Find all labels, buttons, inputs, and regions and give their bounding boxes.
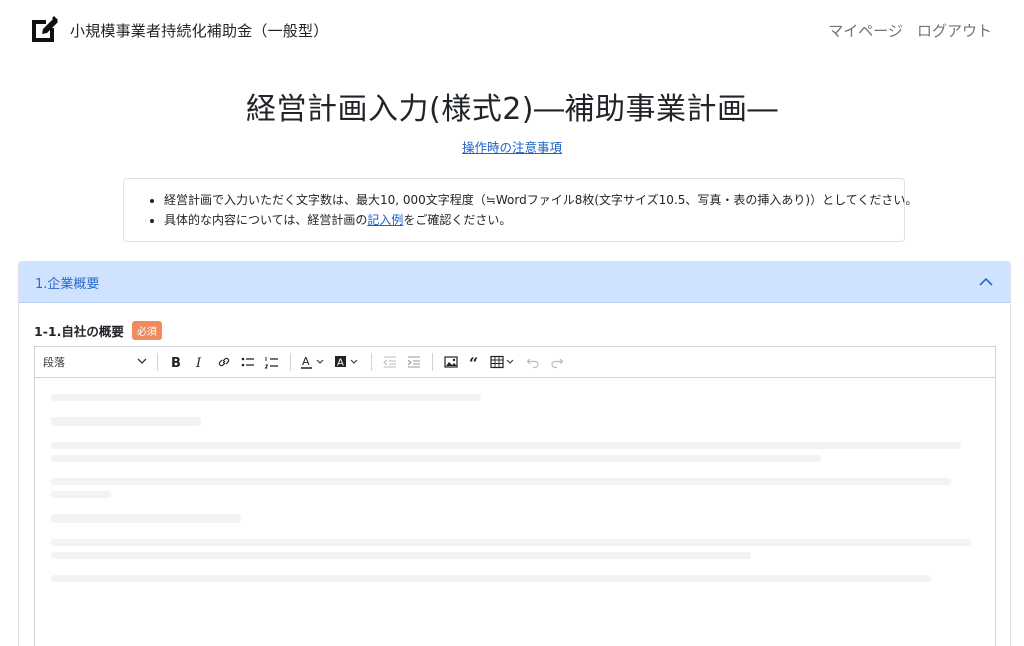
- placeholder-line: [51, 539, 971, 546]
- paragraph-style-dropdown[interactable]: 段落: [43, 354, 151, 370]
- mypage-link[interactable]: マイページ: [828, 20, 903, 41]
- placeholder-line: [51, 514, 241, 523]
- svg-text:A: A: [302, 355, 310, 368]
- indent-icon[interactable]: [402, 350, 426, 374]
- toolbar-divider: [432, 353, 433, 371]
- operation-notes-link[interactable]: 操作時の注意事項: [462, 140, 562, 155]
- section-header[interactable]: 1.企業概要: [19, 262, 1010, 303]
- svg-text:I: I: [195, 356, 202, 369]
- image-icon[interactable]: [439, 350, 463, 374]
- placeholder-line: [51, 394, 481, 401]
- logout-link[interactable]: ログアウト: [917, 20, 992, 41]
- notice-text: 具体的な内容については、経営計画の: [164, 213, 368, 227]
- placeholder-line: [51, 442, 961, 449]
- rich-text-editor: 段落 B I A A “: [34, 346, 996, 646]
- svg-text:B: B: [171, 356, 181, 369]
- svg-text:“: “: [469, 355, 478, 369]
- operation-notes: 操作時の注意事項: [0, 137, 1024, 156]
- table-icon[interactable]: [487, 350, 521, 374]
- placeholder-line: [51, 575, 931, 582]
- background-color-icon[interactable]: A: [331, 350, 365, 374]
- example-link[interactable]: 記入例: [367, 213, 403, 227]
- numbered-list-icon[interactable]: [260, 350, 284, 374]
- notice-list: 経営計画で入力いただく文字数は、最大10, 000文字程度（≒Wordファイル8…: [164, 190, 917, 230]
- blockquote-icon[interactable]: “: [463, 350, 487, 374]
- bold-icon[interactable]: B: [164, 350, 188, 374]
- brand: 小規模事業者持続化補助金（一般型）: [28, 14, 328, 46]
- field-label: 1-1.自社の概要: [34, 324, 124, 339]
- placeholder-line: [51, 478, 951, 485]
- notice-item-char-limit: 経営計画で入力いただく文字数は、最大10, 000文字程度（≒Wordファイル8…: [164, 190, 917, 210]
- section-title: 1.企業概要: [35, 276, 100, 292]
- italic-icon[interactable]: I: [188, 350, 212, 374]
- placeholder-line: [51, 491, 111, 498]
- toolbar-divider: [157, 353, 158, 371]
- section-company-overview: 1.企業概要 1-1.自社の概要 必須 段落 B I A A “: [18, 261, 1011, 646]
- edit-pencil-icon: [28, 14, 60, 46]
- chevron-up-icon[interactable]: [978, 274, 994, 290]
- app-title: 小規模事業者持続化補助金（一般型）: [70, 21, 329, 40]
- svg-text:A: A: [337, 358, 344, 369]
- toolbar-divider: [371, 353, 372, 371]
- outdent-icon[interactable]: [378, 350, 402, 374]
- placeholder-line: [51, 417, 201, 426]
- chevron-down-icon: [137, 356, 147, 369]
- undo-icon[interactable]: [521, 350, 545, 374]
- redo-icon[interactable]: [545, 350, 569, 374]
- app-header: 小規模事業者持続化補助金（一般型） マイページ ログアウト: [0, 0, 1024, 62]
- editor-content-area[interactable]: [35, 378, 995, 646]
- editor-toolbar: 段落 B I A A “: [35, 347, 995, 378]
- font-color-icon[interactable]: A: [297, 350, 331, 374]
- placeholder-line: [51, 455, 821, 462]
- field-label-row: 1-1.自社の概要 必須: [34, 321, 162, 340]
- notice-text-end: をご確認ください。: [403, 213, 512, 227]
- bulleted-list-icon[interactable]: [236, 350, 260, 374]
- paragraph-style-value: 段落: [43, 356, 65, 369]
- required-badge: 必須: [131, 321, 162, 340]
- toolbar-divider: [290, 353, 291, 371]
- page-title: 経営計画入力(様式2)―補助事業計画―: [246, 92, 778, 127]
- link-icon[interactable]: [212, 350, 236, 374]
- header-nav: マイページ ログアウト: [828, 20, 992, 41]
- notice-item-example: 具体的な内容については、経営計画の記入例をご確認ください。: [164, 210, 888, 230]
- notice-box: 経営計画で入力いただく文字数は、最大10, 000文字程度（≒Wordファイル8…: [123, 178, 917, 242]
- placeholder-line: [51, 552, 751, 559]
